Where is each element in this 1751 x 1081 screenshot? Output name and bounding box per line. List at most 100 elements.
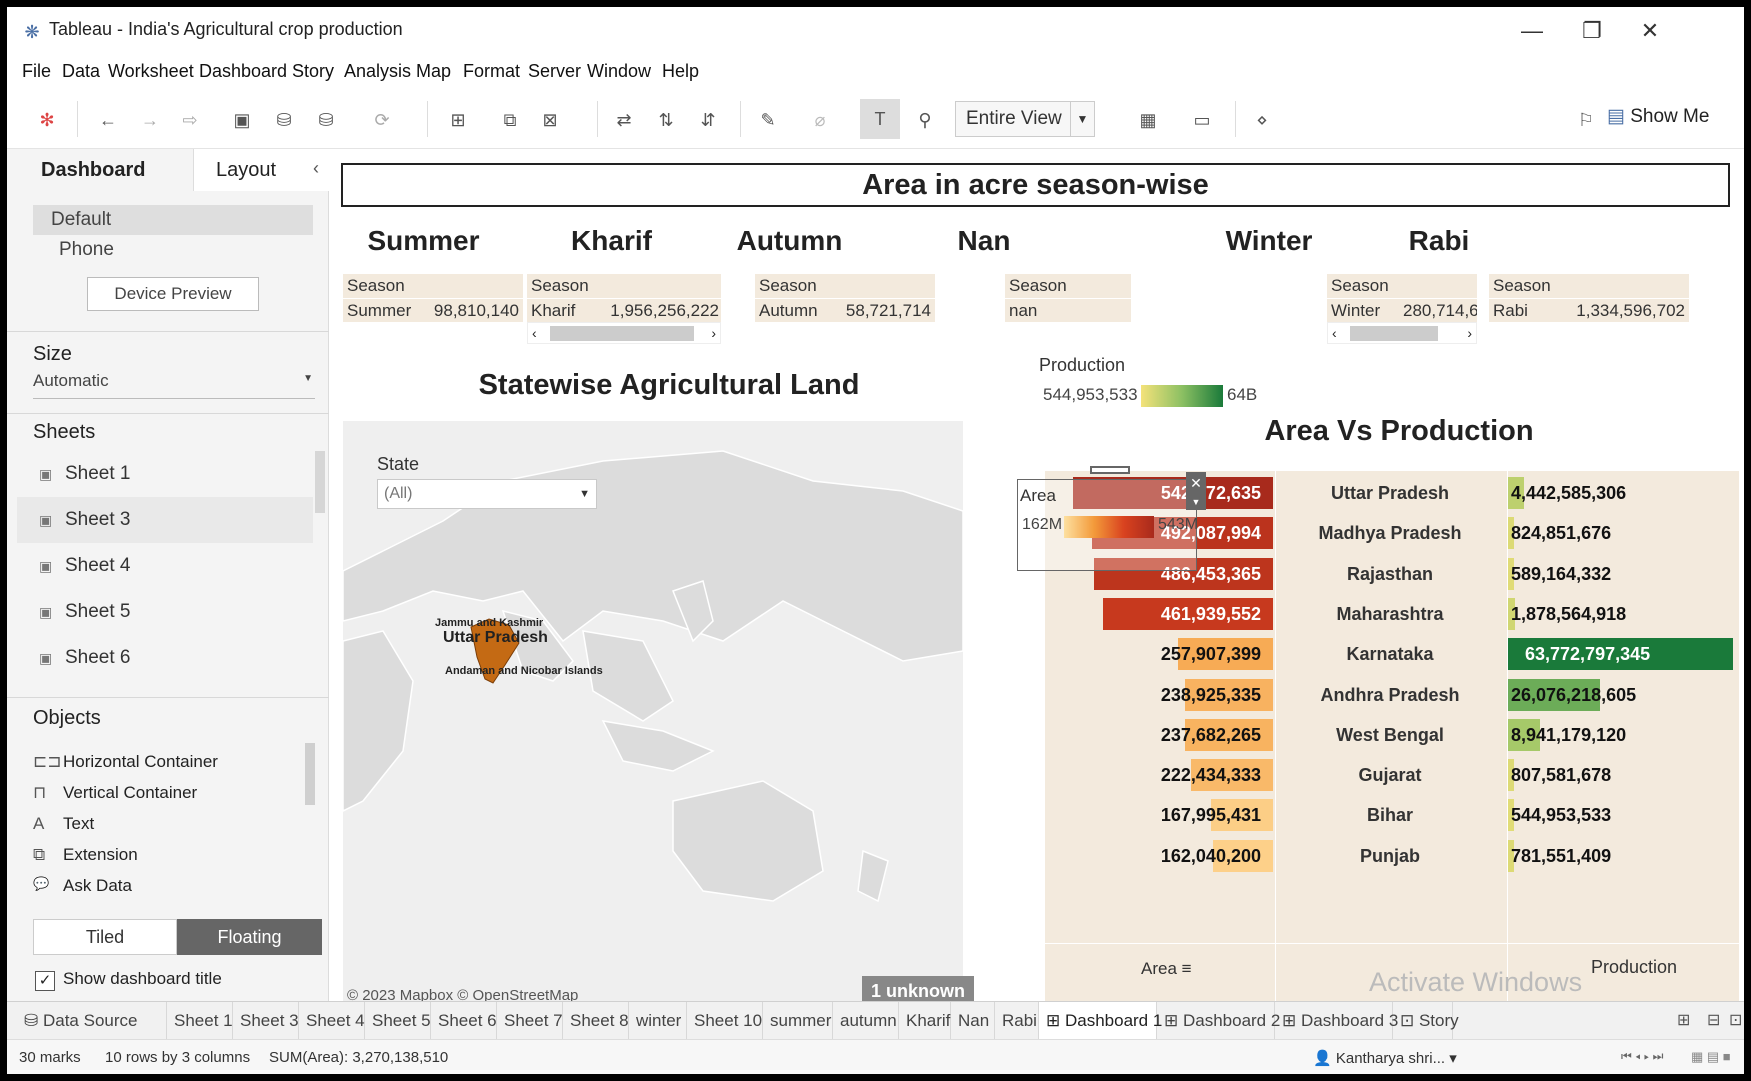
size-select[interactable]: Automatic ▼ (33, 371, 315, 399)
group-members-icon[interactable]: ⌀ (807, 107, 833, 133)
tableau-home-icon[interactable]: ✻ (34, 107, 60, 133)
new-story-icon[interactable]: ⊡ (1729, 1010, 1742, 1030)
sheet-tab[interactable]: Sheet 6 (431, 1002, 497, 1040)
show-title-checkbox[interactable]: ✓ (35, 971, 55, 991)
area-axis-label[interactable]: Area ≡ (1141, 959, 1192, 979)
fit-view-select[interactable]: Entire View ▼ (955, 101, 1095, 137)
sheet-tab[interactable]: Kharif (899, 1002, 951, 1040)
sheet-tab[interactable]: ⊡ Story (1393, 1002, 1459, 1040)
object-horizontal-container[interactable]: ⊏⊐ Horizontal Container (33, 752, 218, 772)
restore-button[interactable]: ❐ (1567, 15, 1617, 47)
pause-updates-icon[interactable]: ⛁ (313, 107, 339, 133)
sheet-tab[interactable]: Nan (951, 1002, 995, 1040)
sheets-scrollbar[interactable] (315, 451, 325, 513)
sheet-tab[interactable]: Sheet 3 (233, 1002, 299, 1040)
menu-help[interactable]: Help (662, 61, 699, 82)
menu-server[interactable]: Server (528, 61, 581, 82)
sheet-tab[interactable]: summer (763, 1002, 833, 1040)
scroll-thumb[interactable] (550, 326, 694, 341)
show-mark-labels-icon[interactable]: T (860, 99, 900, 139)
minimize-button[interactable]: — (1507, 15, 1557, 47)
show-cards-icon[interactable]: ▦ (1135, 107, 1161, 133)
sheet-tab[interactable]: ⛁ Data Source (17, 1002, 167, 1040)
new-dashboard-icon[interactable]: ⊟ (1707, 1010, 1720, 1030)
sheet-list-item[interactable]: ▣ Sheet 3 (17, 497, 313, 543)
sort-icon[interactable]: ≡ (1182, 959, 1192, 978)
object-text[interactable]: A Text (33, 814, 94, 834)
presentation-mode-icon[interactable]: ▭ (1189, 107, 1215, 133)
new-worksheet-icon[interactable]: ⊞ (1677, 1010, 1690, 1030)
close-button[interactable]: ✕ (1625, 15, 1675, 47)
objects-scrollbar[interactable] (305, 743, 315, 805)
menu-file[interactable]: File (22, 61, 51, 82)
menu-worksheet[interactable]: Worksheet (108, 61, 194, 82)
sheet-tab[interactable]: Sheet 8 (563, 1002, 629, 1040)
sheet-list-item[interactable]: ▣ Sheet 1 (17, 451, 313, 497)
replay-icon[interactable]: ⇨ (177, 107, 203, 133)
menu-story[interactable]: Story (292, 61, 334, 82)
sort-descending-icon[interactable]: ⇵ (695, 107, 721, 133)
close-legend-icon[interactable]: ✕ (1186, 472, 1206, 494)
share-icon[interactable]: ⋄ (1249, 107, 1275, 133)
clear-sheet-icon[interactable]: ⊠ (537, 107, 563, 133)
menu-analysis[interactable]: Analysis (344, 61, 411, 82)
kharif-scrollbar[interactable]: ‹ › (527, 322, 721, 344)
refresh-icon[interactable]: ⟳ (369, 107, 395, 133)
sheet-tab[interactable]: Rabi (995, 1002, 1039, 1040)
highlight-icon[interactable]: ✎ (755, 107, 781, 133)
scroll-left-icon[interactable]: ‹ (532, 323, 537, 343)
device-preview-button[interactable]: Device Preview (87, 277, 259, 311)
sheet-navigation-icon[interactable]: ⏮ ◂ ▸ ⏭ (1621, 1049, 1663, 1064)
sheet-tab[interactable]: ⊞ Dashboard 1 (1039, 1002, 1162, 1040)
user-menu[interactable]: 👤 Kantharya shri... ▾ (1313, 1049, 1457, 1067)
object-extension[interactable]: ⧉ Extension (33, 845, 138, 865)
sheet-tab[interactable]: winter (629, 1002, 687, 1040)
scroll-right-icon[interactable]: › (1467, 323, 1472, 343)
sheet-list-item[interactable]: ▣ Sheet 6 (17, 635, 313, 681)
view-mode-icon[interactable]: ▦ ▤ ■ (1691, 1049, 1731, 1065)
sheet-tab[interactable]: ⊞ Dashboard 2 (1157, 1002, 1280, 1040)
tab-dashboard[interactable]: Dashboard (7, 149, 193, 191)
legend-menu-icon[interactable]: ▼ (1186, 494, 1206, 510)
menu-data[interactable]: Data (62, 61, 100, 82)
sheet-tab[interactable]: Sheet 1 (167, 1002, 233, 1040)
format-painter-icon[interactable]: ⚐ (1573, 107, 1599, 133)
collapse-pane-icon[interactable]: ‹ (313, 158, 319, 179)
object-vertical-container[interactable]: ⊓ Vertical Container (33, 783, 197, 803)
sort-ascending-icon[interactable]: ⇅ (653, 107, 679, 133)
sheet-tab[interactable]: autumn (833, 1002, 899, 1040)
undo-icon[interactable]: ← (95, 107, 121, 133)
menu-dashboard[interactable]: Dashboard (199, 61, 287, 82)
winter-scrollbar[interactable]: ‹ › (1327, 322, 1477, 344)
sheet-tab[interactable]: Sheet 10 (687, 1002, 763, 1040)
sheet-list-item[interactable]: ▣ Sheet 5 (17, 589, 313, 635)
device-default[interactable]: Default (33, 205, 313, 235)
sheet-tab[interactable]: Sheet 7 (497, 1002, 563, 1040)
sheet-tab[interactable]: Sheet 5 (365, 1002, 431, 1040)
object-ask-data[interactable]: 💬 Ask Data (33, 876, 132, 896)
new-sheet-icon[interactable]: ⊞ (445, 107, 471, 133)
new-data-source-icon[interactable]: ⛁ (271, 107, 297, 133)
sheet-tab[interactable]: ⊞ Dashboard 3 (1275, 1002, 1398, 1040)
menu-window[interactable]: Window (587, 61, 651, 82)
area-legend[interactable]: Area 162M 543M ✕ ▼ (1017, 466, 1206, 571)
scroll-right-icon[interactable]: › (711, 323, 716, 343)
fix-axes-icon[interactable]: ⚲ (912, 107, 938, 133)
tab-layout[interactable]: Layout (193, 149, 329, 191)
move-handle-icon[interactable] (1090, 466, 1130, 474)
save-icon[interactable]: ▣ (229, 107, 255, 133)
sheet-list-item[interactable]: ▣ Sheet 4 (17, 543, 313, 589)
state-filter-dropdown[interactable]: (All) ▼ (377, 479, 597, 509)
menu-map[interactable]: Map (416, 61, 451, 82)
redo-icon[interactable]: → (137, 107, 163, 133)
menu-format[interactable]: Format (463, 61, 520, 82)
swap-rows-columns-icon[interactable]: ⇄ (611, 107, 637, 133)
show-me-button[interactable]: ▤ Show Me (1607, 105, 1709, 128)
duplicate-sheet-icon[interactable]: ⧉ (497, 107, 523, 133)
floating-button[interactable]: Floating (177, 919, 322, 955)
scroll-left-icon[interactable]: ‹ (1332, 323, 1337, 343)
tiled-button[interactable]: Tiled (33, 919, 177, 955)
scroll-thumb[interactable] (1350, 326, 1438, 341)
device-phone[interactable]: Phone (59, 239, 114, 261)
sheet-tab[interactable]: Sheet 4 (299, 1002, 365, 1040)
